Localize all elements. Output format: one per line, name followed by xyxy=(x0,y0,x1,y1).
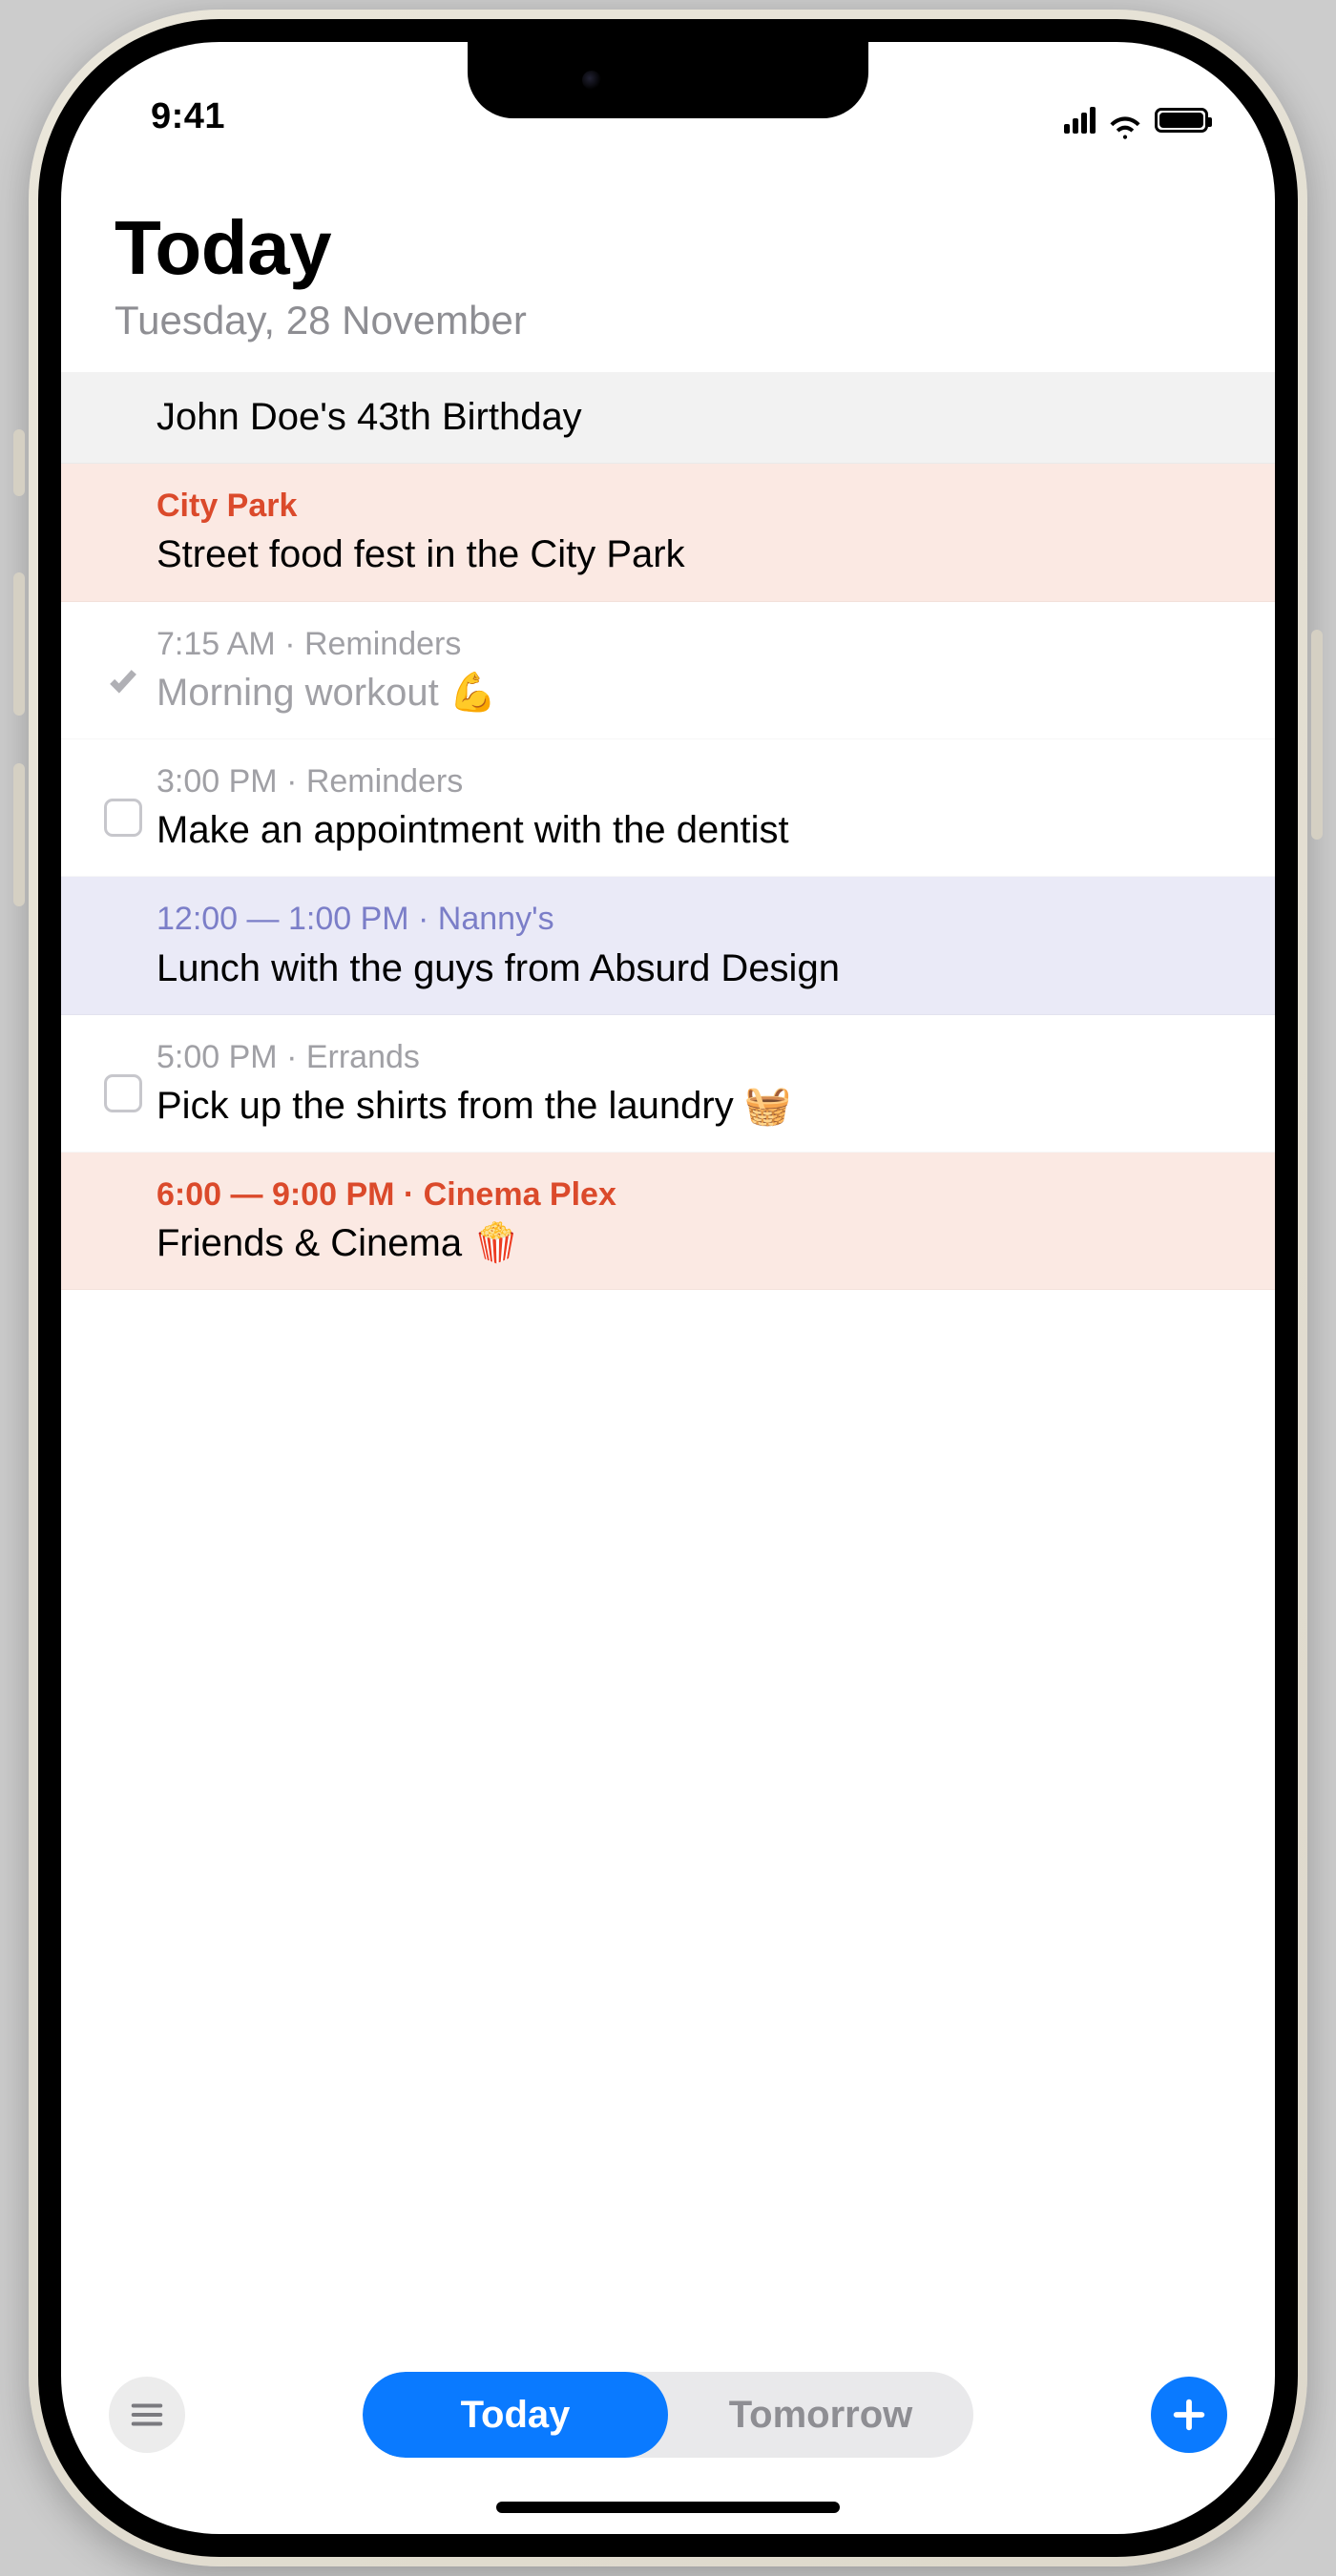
item-meta: 5:00 PM · Errands xyxy=(157,1036,1237,1078)
item-title: John Doe's 43th Birthday xyxy=(157,393,1237,442)
item-title: Friends & Cinema 🍿 xyxy=(157,1219,1237,1268)
page-subtitle: Tuesday, 28 November xyxy=(115,298,1221,343)
status-time: 9:41 xyxy=(151,96,225,137)
item-meta: 3:00 PM · Reminders xyxy=(157,760,1237,802)
status-indicators xyxy=(1064,107,1208,137)
home-indicator[interactable] xyxy=(496,2502,840,2513)
list-item[interactable]: 6:00 — 9:00 PM · Cinema Plex Friends & C… xyxy=(61,1153,1275,1290)
volume-down-button xyxy=(13,763,25,906)
list-item[interactable]: 5:00 PM · Errands Pick up the shirts fro… xyxy=(61,1015,1275,1153)
item-meta: 7:15 AM · Reminders xyxy=(157,623,1237,665)
phone-shell: 9:41 Today Tuesday, 28 Novemb xyxy=(29,10,1307,2566)
item-title: Make an appointment with the dentist xyxy=(157,806,1237,855)
power-button xyxy=(1311,630,1323,840)
silent-switch xyxy=(13,429,25,496)
volume-up-button xyxy=(13,572,25,716)
notch xyxy=(468,42,868,118)
tab-today[interactable]: Today xyxy=(363,2372,668,2458)
item-title: Morning workout 💪 xyxy=(157,669,1237,717)
battery-icon xyxy=(1155,108,1208,133)
item-meta: 6:00 — 9:00 PM · Cinema Plex xyxy=(157,1174,1237,1215)
checkbox[interactable] xyxy=(104,1074,142,1112)
tab-tomorrow[interactable]: Tomorrow xyxy=(668,2372,973,2458)
item-meta: City Park xyxy=(157,485,1237,527)
agenda-list[interactable]: John Doe's 43th Birthday City Park Stree… xyxy=(61,372,1275,2353)
wifi-icon xyxy=(1109,108,1141,133)
item-meta: 12:00 — 1:00 PM · Nanny's xyxy=(157,898,1237,940)
device-frame: 9:41 Today Tuesday, 28 Novemb xyxy=(0,0,1336,2576)
page-title: Today xyxy=(115,204,1221,292)
item-title: Street food fest in the City Park xyxy=(157,530,1237,579)
list-item[interactable]: 7:15 AM · Reminders Morning workout 💪 xyxy=(61,602,1275,739)
app-content: Today Tuesday, 28 November John Doe's 43… xyxy=(61,147,1275,2534)
menu-icon xyxy=(129,2397,165,2433)
add-button[interactable] xyxy=(1151,2377,1227,2453)
cellular-icon xyxy=(1064,107,1096,134)
phone-bezel: 9:41 Today Tuesday, 28 Novemb xyxy=(38,19,1298,2557)
plus-icon xyxy=(1170,2396,1208,2434)
check-icon xyxy=(104,661,142,699)
item-title: Lunch with the guys from Absurd Design xyxy=(157,945,1237,993)
list-item[interactable]: City Park Street food fest in the City P… xyxy=(61,464,1275,601)
screen: 9:41 Today Tuesday, 28 Novemb xyxy=(61,42,1275,2534)
checkbox[interactable] xyxy=(104,799,142,837)
menu-button[interactable] xyxy=(109,2377,185,2453)
list-item[interactable]: John Doe's 43th Birthday xyxy=(61,372,1275,464)
day-segmented-control: Today Tomorrow xyxy=(363,2372,973,2458)
item-title: Pick up the shirts from the laundry 🧺 xyxy=(157,1082,1237,1131)
list-item[interactable]: 12:00 — 1:00 PM · Nanny's Lunch with the… xyxy=(61,877,1275,1014)
header: Today Tuesday, 28 November xyxy=(61,147,1275,372)
list-item[interactable]: 3:00 PM · Reminders Make an appointment … xyxy=(61,739,1275,877)
